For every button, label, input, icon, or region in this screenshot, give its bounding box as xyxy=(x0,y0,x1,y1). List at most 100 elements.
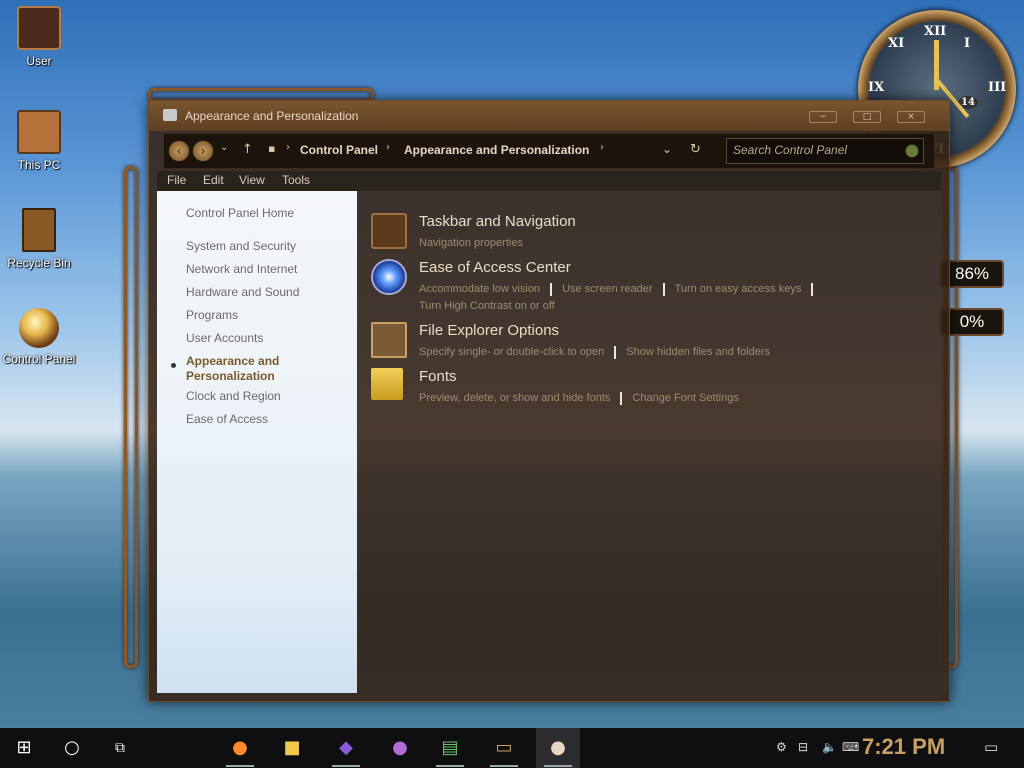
back-button[interactable]: ‹ xyxy=(168,140,190,162)
nav-control-panel-home[interactable]: Control Panel Home xyxy=(186,206,294,221)
maximize-button[interactable]: □ xyxy=(853,111,881,123)
desktop-icon-label: Control Panel xyxy=(2,352,76,366)
taskbar-cat-app[interactable]: ● xyxy=(378,728,422,768)
steampunk-frame-left xyxy=(124,166,138,668)
menu-edit[interactable]: Edit xyxy=(203,173,224,187)
volume-icon[interactable]: 🔈 xyxy=(822,740,837,754)
menu-file[interactable]: File xyxy=(167,173,186,187)
clock-numeral: IX xyxy=(868,80,885,95)
nav-user-accounts[interactable]: User Accounts xyxy=(186,331,263,346)
taskbar-icon xyxy=(371,213,407,249)
menu-view[interactable]: View xyxy=(239,173,265,187)
desktop-icon-control-panel[interactable]: Control Panel xyxy=(2,308,76,366)
taskbar-clock-app[interactable]: ▭ xyxy=(482,728,526,768)
user-folder-icon xyxy=(17,6,61,50)
desktop-icon-label: Recycle Bin xyxy=(7,256,71,270)
active-bullet xyxy=(171,363,176,368)
address-bar: ‹ › ⌄ ↑ ▪ › Control Panel › Appearance a… xyxy=(163,133,935,169)
computer-icon xyxy=(17,110,61,154)
taskbar-visual-studio[interactable]: ◆ xyxy=(324,728,368,768)
link-high-contrast[interactable]: Turn High Contrast on or off xyxy=(419,300,555,312)
chevron-right-icon[interactable]: › xyxy=(286,142,290,153)
task-view-button[interactable]: ⧉ xyxy=(98,728,142,768)
link-use-screen-reader[interactable]: Use screen reader xyxy=(562,283,653,295)
desktop-icon-recycle-bin[interactable]: Recycle Bin xyxy=(2,208,76,270)
cortana-search-button[interactable]: ○ xyxy=(50,728,94,768)
category-title-taskbar[interactable]: Taskbar and Navigation xyxy=(419,213,576,230)
network-icon[interactable]: ⊟ xyxy=(798,740,808,754)
nav-appearance-and-personalization[interactable]: Appearance and Personalization xyxy=(186,354,296,384)
refresh-icon[interactable]: ↻ xyxy=(690,142,701,157)
search-icon[interactable] xyxy=(905,144,919,158)
link-navigation-properties[interactable]: Navigation properties xyxy=(419,237,523,249)
link-single-double-click[interactable]: Specify single- or double-click to open xyxy=(419,346,604,358)
close-button[interactable]: × xyxy=(897,111,925,123)
desktop-icon-this-pc[interactable]: This PC xyxy=(2,110,76,172)
nav-ease-of-access[interactable]: Ease of Access xyxy=(186,412,268,427)
control-panel-window: Appearance and Personalization − □ × ‹ ›… xyxy=(148,100,950,702)
window-titlebar[interactable]: Appearance and Personalization − □ × xyxy=(149,101,949,131)
desktop-icon-label: User xyxy=(26,54,52,68)
taskbar-file-explorer[interactable]: ■ xyxy=(270,728,314,768)
tray-overflow-icon[interactable]: ⚙ xyxy=(776,740,787,754)
link-separator xyxy=(614,345,617,359)
nav-clock-and-region[interactable]: Clock and Region xyxy=(186,389,281,404)
clock-numeral: XII xyxy=(924,24,947,39)
taskbar-clock[interactable]: 7:21 PM xyxy=(862,734,945,760)
keyboard-icon[interactable]: ⌨ xyxy=(842,740,859,754)
notifications-icon[interactable]: ▭ xyxy=(984,738,998,756)
breadcrumb-appearance[interactable]: Appearance and Personalization xyxy=(404,143,589,157)
breadcrumb-control-panel[interactable]: Control Panel xyxy=(300,143,378,157)
file-explorer-options-icon xyxy=(371,322,407,358)
menu-bar: File Edit View Tools xyxy=(157,171,941,191)
desktop-icon-user[interactable]: User xyxy=(2,6,76,68)
link-separator xyxy=(811,282,814,296)
nav-network-and-internet[interactable]: Network and Internet xyxy=(186,262,297,277)
category-title-ease-of-access[interactable]: Ease of Access Center xyxy=(419,259,571,276)
link-show-hidden-files[interactable]: Show hidden files and folders xyxy=(626,346,770,358)
left-navigation-pane: Control Panel Home System and Security N… xyxy=(157,191,357,693)
forward-button[interactable]: › xyxy=(192,140,214,162)
search-input[interactable] xyxy=(727,139,909,161)
nav-hardware-and-sound[interactable]: Hardware and Sound xyxy=(186,285,299,300)
clock-numeral: XI xyxy=(888,36,905,51)
category-links: Preview, delete, or show and hide fonts C… xyxy=(419,390,859,407)
clock-numeral: I xyxy=(964,36,971,51)
nav-programs[interactable]: Programs xyxy=(186,308,238,323)
category-title-file-explorer[interactable]: File Explorer Options xyxy=(419,322,559,339)
recycle-bin-icon xyxy=(22,208,56,252)
control-panel-small-icon xyxy=(163,109,177,121)
desktop-icon-label: This PC xyxy=(17,158,61,172)
menu-tools[interactable]: Tools xyxy=(282,173,310,187)
chevron-right-icon[interactable]: › xyxy=(600,142,604,153)
control-panel-icon xyxy=(19,308,59,348)
search-box[interactable] xyxy=(726,138,924,164)
recent-locations-icon[interactable]: ⌄ xyxy=(220,142,228,153)
start-button[interactable]: ⊞ xyxy=(2,728,46,768)
link-preview-fonts[interactable]: Preview, delete, or show and hide fonts xyxy=(419,392,610,404)
link-separator xyxy=(662,282,665,296)
control-panel-location-icon: ▪ xyxy=(268,142,276,155)
content-pane: Taskbar and Navigation Navigation proper… xyxy=(357,191,941,693)
clock-numeral: III xyxy=(988,80,1007,95)
category-links: Accommodate low vision Use screen reader T… xyxy=(419,281,859,315)
taskbar-notepad-app[interactable]: ▤ xyxy=(428,728,472,768)
up-arrow-icon[interactable]: ↑ xyxy=(242,142,253,157)
link-easy-access-keys[interactable]: Turn on easy access keys xyxy=(675,283,802,295)
taskbar-firefox[interactable]: ● xyxy=(218,728,262,768)
address-dropdown-icon[interactable]: ⌄ xyxy=(662,142,672,156)
link-change-font-settings[interactable]: Change Font Settings xyxy=(632,392,738,404)
window-title: Appearance and Personalization xyxy=(185,109,359,123)
fonts-icon xyxy=(371,368,403,400)
category-title-fonts[interactable]: Fonts xyxy=(419,368,457,385)
link-accommodate-low-vision[interactable]: Accommodate low vision xyxy=(419,283,540,295)
link-separator xyxy=(550,282,553,296)
category-links: Navigation properties xyxy=(419,235,859,252)
chevron-right-icon[interactable]: › xyxy=(386,142,390,153)
category-links: Specify single- or double-click to open S… xyxy=(419,344,859,361)
drive-d-percent: 0% xyxy=(959,312,985,331)
drive-c-percent: 86% xyxy=(954,264,990,283)
nav-system-and-security[interactable]: System and Security xyxy=(186,239,296,254)
taskbar-control-panel[interactable]: ● xyxy=(536,728,580,768)
minimize-button[interactable]: − xyxy=(809,111,837,123)
